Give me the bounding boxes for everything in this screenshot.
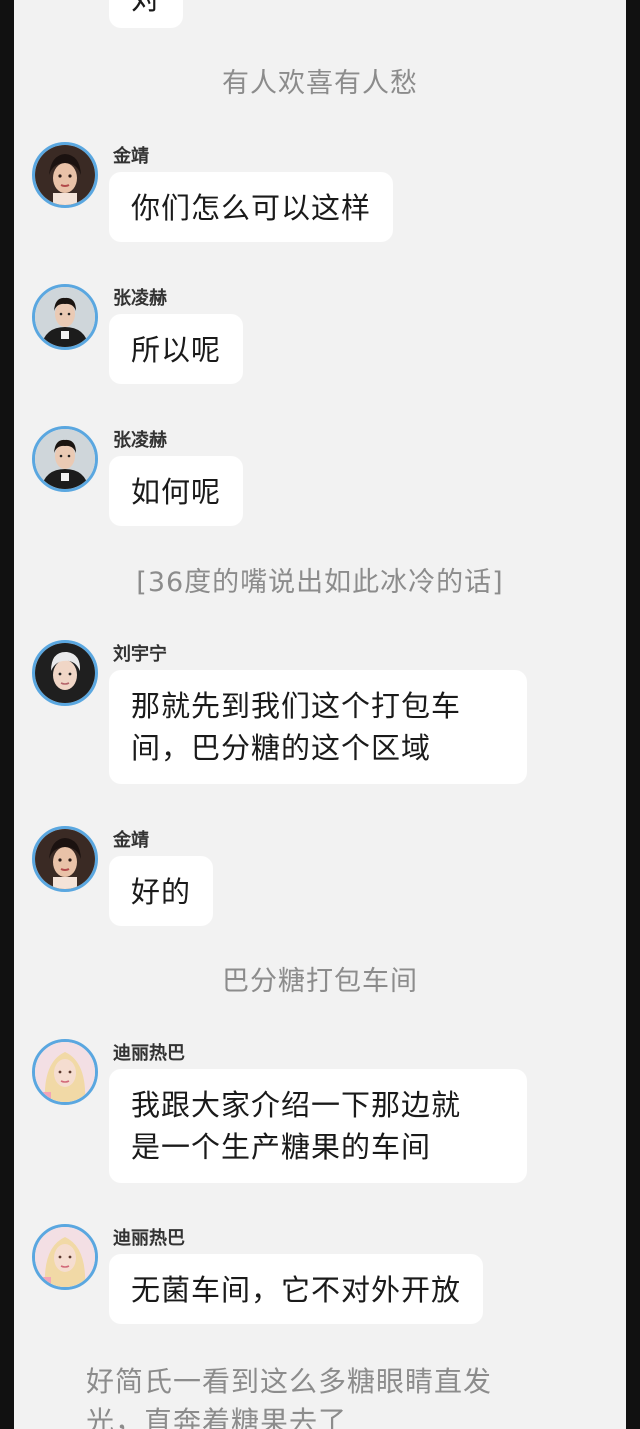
sender-name: 迪丽热巴 — [113, 1228, 185, 1249]
avatar-dilireba[interactable] — [32, 1224, 98, 1290]
avatar-woman-dark-hair-icon — [35, 145, 95, 205]
narration-text: [36度的嘴说出如此冰冷的话] — [136, 567, 504, 598]
avatar-zhanglinghe[interactable] — [32, 284, 98, 350]
message-text: 所以呢 — [131, 333, 222, 367]
avatar-jinjing[interactable] — [32, 142, 98, 208]
message-text-line: 是一个生产糖果的车间 — [131, 1130, 432, 1164]
avatar-jinjing[interactable] — [32, 826, 98, 892]
message-bubble: 好的 — [109, 856, 214, 926]
message-bubble: 所以呢 — [109, 314, 244, 384]
chat-screen: 对 有人欢喜有人愁 金靖 你们怎么可以这样 张凌赫 所以呢 — [14, 0, 626, 1429]
narration-text: 巴分糖打包车间 — [222, 966, 418, 997]
message-bubble: 那就先到我们这个打包车 间，巴分糖的这个区域 — [109, 670, 527, 784]
sender-name: 迪丽热巴 — [113, 1043, 185, 1064]
message-bubble-partial: 对 — [109, 0, 184, 28]
sender-name: 金靖 — [113, 146, 149, 167]
sender-name: 张凌赫 — [113, 430, 167, 451]
sender-name: 张凌赫 — [113, 288, 167, 309]
sender-name: 金靖 — [113, 830, 149, 851]
message-text: 对 — [131, 0, 161, 16]
message-bubble: 如何呢 — [109, 456, 244, 526]
avatar-woman-blonde-hair-icon — [35, 1227, 95, 1287]
message-text-line: 我跟大家介绍一下那边就 — [131, 1088, 462, 1122]
avatar-liuyuning[interactable] — [32, 640, 98, 706]
sender-name: 刘宇宁 — [113, 644, 167, 665]
avatar-woman-dark-hair-icon — [35, 829, 95, 889]
avatar-zhanglinghe[interactable] — [32, 426, 98, 492]
avatar-man-dark-jacket-icon — [35, 429, 95, 489]
message-text-line: 那就先到我们这个打包车 — [131, 689, 462, 723]
message-text: 好的 — [131, 875, 192, 909]
message-text: 你们怎么可以这样 — [131, 191, 372, 225]
avatar-man-dark-jacket-icon — [35, 287, 95, 347]
narration-text: 有人欢喜有人愁 — [222, 68, 418, 99]
caption-line: 好简氏一看到这么多糖眼睛直发 — [86, 1365, 493, 1398]
avatar-man-white-hair-icon — [35, 643, 95, 703]
caption-line: 光，直奔着糖果去了 — [86, 1405, 348, 1429]
message-bubble: 你们怎么可以这样 — [109, 172, 394, 242]
message-text: 无菌车间，它不对外开放 — [131, 1273, 462, 1307]
caption-text: 好简氏一看到这么多糖眼睛直发 光，直奔着糖果去了 — [86, 1362, 546, 1429]
message-bubble: 我跟大家介绍一下那边就 是一个生产糖果的车间 — [109, 1069, 527, 1183]
avatar-woman-blonde-hair-icon — [35, 1042, 95, 1102]
message-text-line: 间，巴分糖的这个区域 — [131, 731, 432, 765]
avatar-dilireba[interactable] — [32, 1039, 98, 1105]
message-text: 如何呢 — [131, 475, 222, 509]
message-bubble: 无菌车间，它不对外开放 — [109, 1254, 484, 1324]
